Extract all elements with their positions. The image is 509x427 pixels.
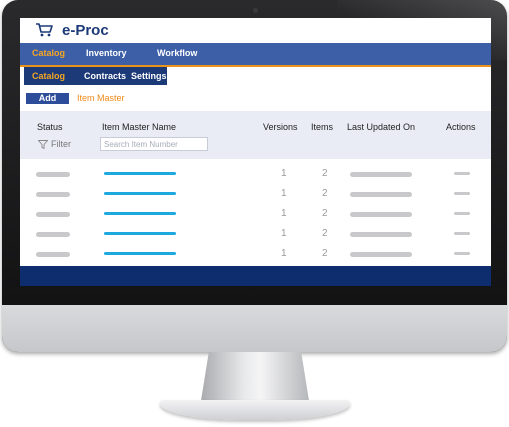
filter-label[interactable]: Filter: [51, 139, 71, 149]
app-header: e-Proc: [20, 18, 491, 43]
column-header-actions: Actions: [446, 122, 476, 132]
status-placeholder: [36, 232, 70, 237]
table-row[interactable]: 1 2: [20, 245, 491, 265]
date-placeholder: [350, 232, 412, 237]
item-name-link[interactable]: [104, 192, 176, 195]
versions-cell: 1: [281, 228, 287, 239]
column-header-last-updated[interactable]: Last Updated On: [347, 122, 415, 132]
item-name-link[interactable]: [104, 232, 176, 235]
row-action[interactable]: [454, 192, 470, 195]
row-action[interactable]: [454, 172, 470, 175]
date-placeholder: [350, 172, 412, 177]
status-placeholder: [36, 252, 70, 257]
search-input[interactable]: [100, 137, 208, 151]
nav-tab-workflow[interactable]: Workflow: [157, 48, 197, 58]
table-row[interactable]: 1 2: [20, 165, 491, 185]
cart-icon[interactable]: [35, 22, 53, 38]
table-row[interactable]: 1 2: [20, 205, 491, 225]
nav-tab-inventory[interactable]: Inventory: [86, 48, 127, 58]
monitor-stand-base: [160, 400, 350, 420]
nav-tab-catalog[interactable]: Catalog: [32, 48, 65, 58]
app-title: e-Proc: [62, 22, 109, 39]
versions-cell: 1: [281, 248, 287, 259]
row-action[interactable]: [454, 212, 470, 215]
monitor-stand-neck: [200, 352, 310, 407]
column-header-versions[interactable]: Versions: [263, 122, 298, 132]
date-placeholder: [350, 212, 412, 217]
table-row[interactable]: 1 2: [20, 225, 491, 245]
versions-cell: 1: [281, 188, 287, 199]
screen: e-Proc Catalog Inventory Workflow Catalo…: [20, 18, 491, 286]
status-placeholder: [36, 212, 70, 217]
items-cell: 2: [322, 228, 328, 239]
table-header: Status Item Master Name Versions Items L…: [20, 111, 491, 159]
sub-tab-settings[interactable]: Settings: [131, 71, 167, 81]
sub-nav: Catalog Contracts Settings: [24, 67, 167, 85]
column-header-name[interactable]: Item Master Name: [102, 122, 176, 132]
camera-icon: [253, 8, 258, 13]
breadcrumb[interactable]: Item Master: [77, 93, 125, 103]
items-cell: 2: [322, 168, 328, 179]
column-header-status[interactable]: Status: [37, 122, 63, 132]
items-cell: 2: [322, 248, 328, 259]
monitor-chin: [2, 305, 507, 352]
table-row[interactable]: 1 2: [20, 185, 491, 205]
column-header-items[interactable]: Items: [311, 122, 333, 132]
row-action[interactable]: [454, 252, 470, 255]
item-name-link[interactable]: [104, 212, 176, 215]
status-placeholder: [36, 172, 70, 177]
row-action[interactable]: [454, 232, 470, 235]
sub-tab-contracts[interactable]: Contracts: [84, 71, 126, 81]
sub-tab-catalog[interactable]: Catalog: [32, 71, 65, 81]
footer-bar: [20, 266, 491, 286]
status-placeholder: [36, 192, 70, 197]
items-cell: 2: [322, 188, 328, 199]
items-cell: 2: [322, 208, 328, 219]
item-name-link[interactable]: [104, 252, 176, 255]
add-button[interactable]: Add: [26, 93, 69, 104]
date-placeholder: [350, 252, 412, 257]
main-nav: Catalog Inventory Workflow: [20, 43, 491, 67]
versions-cell: 1: [281, 168, 287, 179]
item-name-link[interactable]: [104, 172, 176, 175]
versions-cell: 1: [281, 208, 287, 219]
date-placeholder: [350, 192, 412, 197]
filter-icon[interactable]: [38, 140, 48, 149]
